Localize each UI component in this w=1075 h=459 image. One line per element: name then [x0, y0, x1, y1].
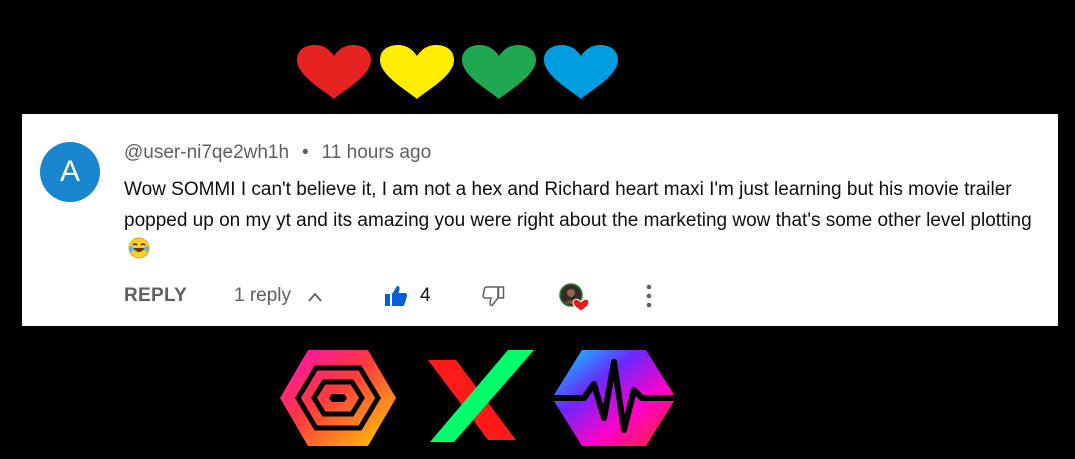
more-options-icon[interactable]: [639, 283, 659, 309]
thumbs-down-icon[interactable]: [482, 284, 506, 308]
avatar-letter: A: [59, 155, 80, 188]
pulsechain-logo: [552, 350, 676, 446]
heart-icon: [380, 45, 454, 99]
replies-label: 1 reply: [234, 285, 292, 306]
comment-card: A @user-ni7qe2wh1h • 11 hours ago Wow SO…: [22, 114, 1058, 326]
comment-text: Wow SOMMI I can't believe it, I am not a…: [124, 179, 1032, 231]
comment-header: @user-ni7qe2wh1h • 11 hours ago: [124, 142, 431, 164]
avatar[interactable]: A: [40, 142, 100, 202]
laughing-emoji-icon: [128, 237, 150, 270]
thumbs-up-icon[interactable]: [384, 284, 408, 308]
like-count: 4: [420, 285, 431, 306]
heart-icon: [462, 45, 536, 99]
hearts-row: [295, 44, 620, 100]
author-name[interactable]: @user-ni7qe2wh1h: [124, 142, 289, 163]
reply-button[interactable]: REPLY: [124, 285, 187, 307]
heart-icon: [297, 45, 371, 99]
heart-icon: [544, 45, 618, 99]
comment-body: Wow SOMMI I can't believe it, I am not a…: [124, 175, 1034, 270]
creator-heart-icon: [559, 283, 590, 312]
x-logo: [428, 350, 534, 442]
chevron-up-icon: [308, 292, 322, 302]
comment-time[interactable]: 11 hours ago: [322, 142, 432, 163]
replies-toggle[interactable]: 1 reply: [234, 285, 323, 307]
separator: •: [302, 142, 309, 163]
hex-logo: [280, 350, 396, 446]
